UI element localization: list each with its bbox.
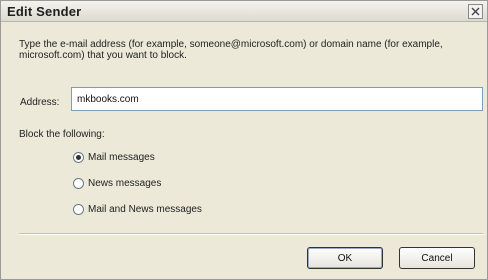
address-label: Address:: [20, 97, 60, 108]
radio-button-checked[interactable]: [73, 152, 84, 163]
radio-label: News messages: [88, 178, 162, 189]
radio-mail-messages[interactable]: Mail messages: [73, 152, 155, 163]
radio-label: Mail and News messages: [88, 204, 202, 215]
block-following-label: Block the following:: [19, 129, 105, 140]
radio-mail-and-news-messages[interactable]: Mail and News messages: [73, 204, 202, 215]
instructions-text: Type the e-mail address (for example, so…: [19, 39, 443, 61]
radio-news-messages[interactable]: News messages: [73, 178, 161, 189]
edit-sender-dialog: Edit Sender Type the e-mail address (for…: [0, 0, 488, 280]
dialog-title: Edit Sender: [7, 4, 82, 19]
cancel-button[interactable]: Cancel: [399, 247, 475, 269]
close-button[interactable]: [468, 4, 483, 19]
address-input[interactable]: [71, 87, 483, 111]
radio-button[interactable]: [73, 204, 84, 215]
title-bar[interactable]: Edit Sender: [1, 1, 487, 22]
radio-label: Mail messages: [88, 152, 155, 163]
radio-button[interactable]: [73, 178, 84, 189]
close-icon: [471, 7, 480, 16]
ok-button[interactable]: OK: [307, 247, 383, 269]
separator: [19, 233, 483, 235]
